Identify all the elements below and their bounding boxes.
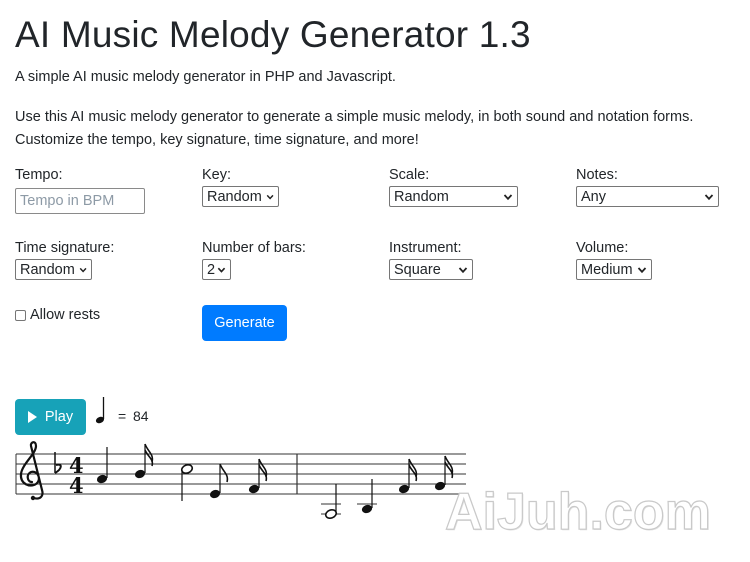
- tempo-equals: =: [118, 408, 127, 424]
- key-label: Key:: [202, 167, 232, 183]
- number-of-bars-label: Number of bars:: [202, 240, 306, 256]
- notes-label: Notes:: [576, 167, 618, 183]
- notes-select[interactable]: Any: [576, 186, 719, 207]
- watermark: AiJuh.com: [444, 482, 711, 541]
- tempo-field: Tempo:: [15, 167, 145, 214]
- treble-clef-icon: [19, 441, 44, 501]
- note: [96, 447, 108, 484]
- time-signature-select-value: Random: [20, 261, 75, 278]
- allow-rests-row[interactable]: Allow rests: [15, 307, 100, 323]
- tempo-label: Tempo:: [15, 167, 63, 183]
- chevron-down-icon: [79, 267, 87, 273]
- page: AI Music Melody Generator 1.3 A simple A…: [0, 0, 750, 562]
- notes-field: Notes: Any: [576, 167, 719, 207]
- chevron-down-icon: [217, 267, 226, 273]
- music-notation-staff: 4 4: [15, 441, 466, 519]
- number-of-bars-select[interactable]: 2: [202, 259, 231, 280]
- play-button-label: Play: [44, 409, 74, 425]
- page-description: Use this AI music melody generator to ge…: [15, 109, 694, 148]
- scale-field: Scale: Random: [389, 167, 518, 207]
- time-signature-select[interactable]: Random: [15, 259, 92, 280]
- volume-field: Volume: Medium: [576, 240, 652, 280]
- chevron-down-icon: [503, 193, 513, 200]
- key-field: Key: Random: [202, 167, 279, 207]
- time-signature-field: Time signature: Random: [15, 240, 114, 280]
- number-of-bars-select-value: 2: [207, 261, 216, 278]
- tempo-bpm-value: 84: [133, 408, 149, 424]
- generate-button-label: Generate: [214, 315, 275, 331]
- chevron-down-icon: [266, 194, 274, 200]
- instrument-select[interactable]: Square: [389, 259, 473, 280]
- chevron-down-icon: [704, 193, 714, 200]
- play-icon: [27, 411, 37, 423]
- chevron-down-icon: [458, 266, 468, 273]
- instrument-field: Instrument: Square: [389, 240, 473, 280]
- instrument-select-value: Square: [394, 261, 441, 278]
- scale-label: Scale:: [389, 167, 430, 183]
- play-button[interactable]: Play: [15, 399, 86, 435]
- note: [321, 484, 341, 519]
- page-subtitle: A simple AI music melody generator in PH…: [15, 69, 396, 85]
- flat-icon: [54, 452, 62, 474]
- instrument-label: Instrument:: [389, 240, 462, 256]
- tempo-input[interactable]: [15, 188, 145, 214]
- time-signature-label: Time signature:: [15, 240, 115, 256]
- time-signature-bottom: 4: [69, 473, 84, 498]
- chevron-down-icon: [637, 266, 647, 273]
- volume-select[interactable]: Medium: [576, 259, 652, 280]
- scale-select[interactable]: Random: [389, 186, 518, 207]
- page-title: AI Music Melody Generator 1.3: [15, 14, 531, 55]
- quarter-note-icon: [95, 397, 105, 424]
- tempo-marking: = 84: [94, 395, 174, 427]
- number-of-bars-field: Number of bars: 2: [202, 240, 306, 280]
- note: [180, 464, 194, 501]
- volume-label: Volume:: [576, 240, 629, 256]
- notes-select-value: Any: [581, 188, 606, 205]
- allow-rests-label[interactable]: Allow rests: [30, 307, 100, 323]
- key-select[interactable]: Random: [202, 186, 279, 207]
- allow-rests-checkbox[interactable]: [15, 309, 26, 321]
- key-select-value: Random: [207, 188, 262, 205]
- scale-select-value: Random: [394, 188, 449, 205]
- generate-button[interactable]: Generate: [202, 305, 287, 341]
- volume-select-value: Medium: [581, 261, 633, 278]
